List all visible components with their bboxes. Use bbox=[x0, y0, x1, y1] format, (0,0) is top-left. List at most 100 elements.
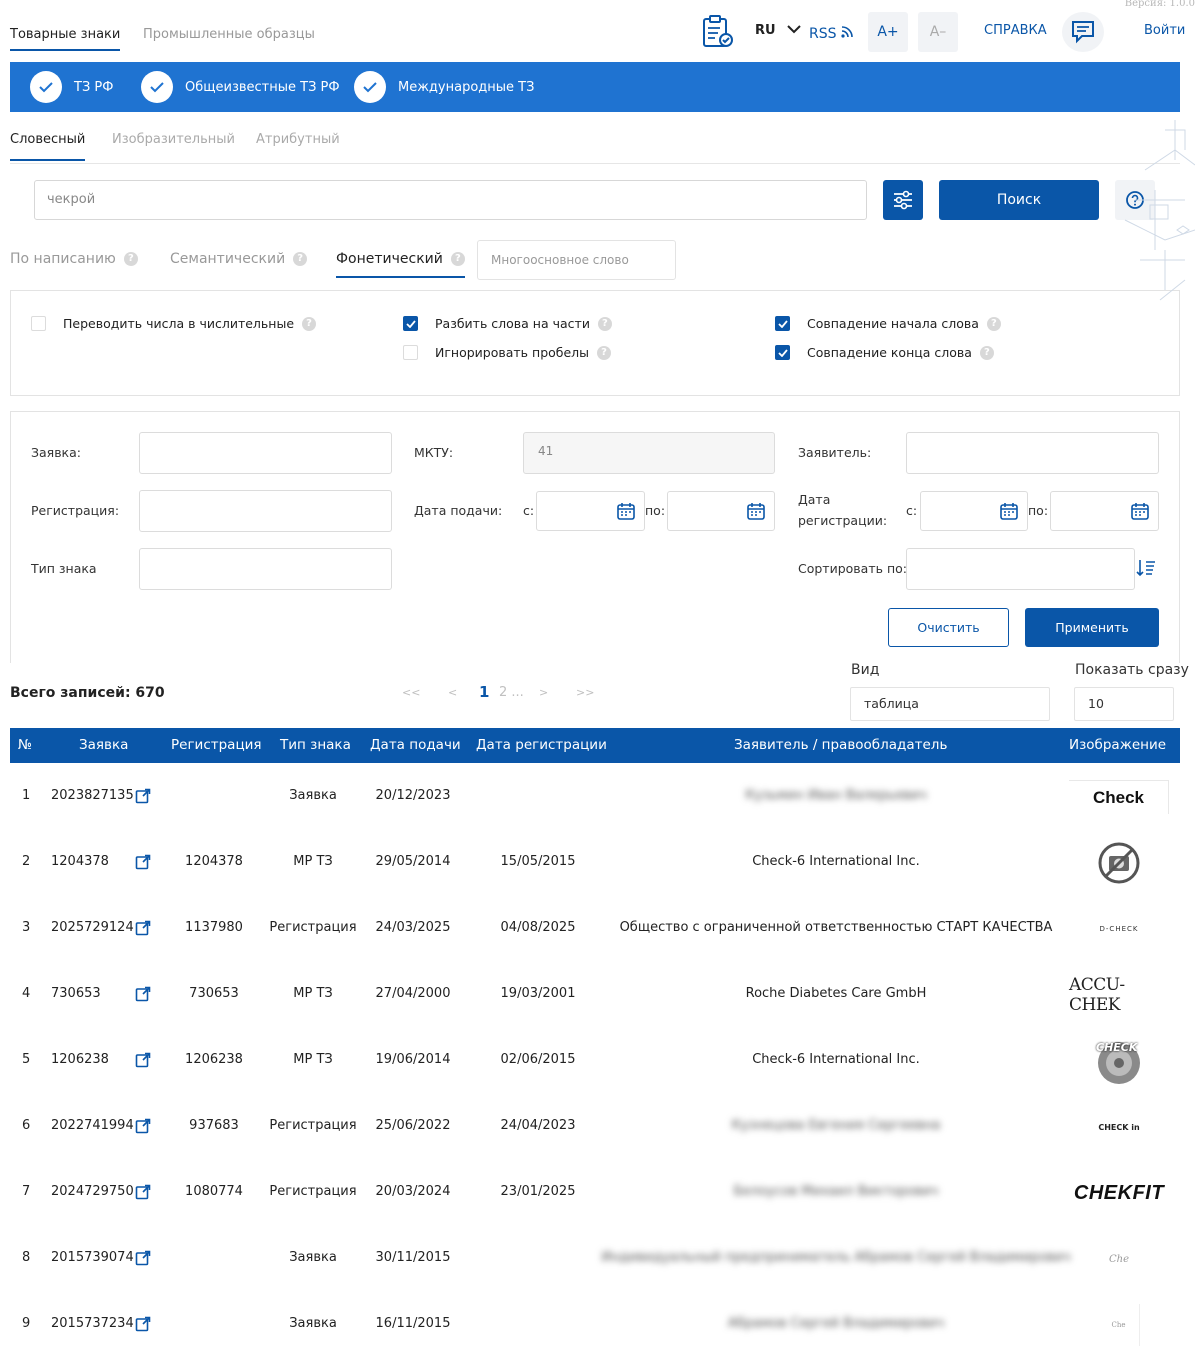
external-link-icon[interactable] bbox=[135, 1052, 151, 1072]
application-link[interactable]: 2015737234 bbox=[51, 1316, 134, 1331]
col-reg-date[interactable]: Дата регистрации bbox=[476, 737, 607, 753]
tab-figurative[interactable]: Изобразительный bbox=[112, 132, 235, 147]
application-link[interactable]: 2015739074 bbox=[51, 1250, 134, 1265]
question-icon[interactable]: ? bbox=[293, 252, 308, 266]
external-link-icon[interactable] bbox=[135, 986, 151, 1006]
table-row[interactable]: 2 1204378 1204378 МР ТЗ 29/05/2014 15/05/2015… bbox=[10, 830, 1180, 896]
mark-image-accu-chek[interactable]: ACCU-CHEK bbox=[1069, 975, 1169, 1015]
external-link-icon[interactable] bbox=[135, 1250, 151, 1270]
multi-word-input[interactable]: Многоосновное слово bbox=[477, 240, 676, 280]
col-application[interactable]: Заявка bbox=[79, 737, 128, 753]
page-next-numbers[interactable]: 2 ... bbox=[499, 685, 524, 700]
mark-image-camera-logo[interactable] bbox=[1097, 841, 1141, 885]
application-link[interactable]: 2022741994 bbox=[51, 1118, 134, 1133]
external-link-icon[interactable] bbox=[135, 854, 151, 874]
mark-image-check-in[interactable]: CHECK in bbox=[1098, 1123, 1139, 1132]
filing-date-to-input[interactable] bbox=[667, 491, 775, 531]
question-icon[interactable]: ? bbox=[597, 345, 612, 360]
table-row[interactable]: 8 2015739074 Заявка 30/11/2015 Индивидуальны… bbox=[10, 1226, 1180, 1292]
checkbox-checked[interactable] bbox=[775, 345, 790, 360]
table-row[interactable]: 7 2024729750 1080774 Регистрация 20/03/2024 2… bbox=[10, 1160, 1180, 1226]
mode-semantic[interactable]: Семантический? bbox=[170, 251, 308, 267]
page-next[interactable]: > bbox=[539, 686, 548, 699]
mark-type-select[interactable] bbox=[139, 548, 392, 590]
tab-trademarks[interactable]: Товарные знаки bbox=[10, 27, 121, 51]
application-link[interactable]: 2025729124 bbox=[51, 920, 134, 935]
question-icon[interactable]: ? bbox=[979, 345, 994, 360]
clear-button[interactable]: Очистить bbox=[888, 608, 1009, 647]
search-button[interactable]: Поиск bbox=[939, 180, 1099, 220]
application-link[interactable]: 1206238 bbox=[51, 1052, 109, 1067]
application-link[interactable]: 1204378 bbox=[51, 854, 109, 869]
col-registration[interactable]: Регистрация bbox=[171, 737, 262, 753]
question-icon[interactable]: ? bbox=[302, 316, 317, 331]
mark-image-che-small[interactable]: Che bbox=[1098, 1304, 1140, 1346]
option-word-end[interactable]: Совпадение конца слова? bbox=[775, 345, 994, 360]
filter-settings-button[interactable] bbox=[883, 180, 923, 220]
external-link-icon[interactable] bbox=[135, 1316, 151, 1336]
tab-industrial-designs[interactable]: Промышленные образцы bbox=[143, 27, 315, 42]
search-input[interactable]: чекрой bbox=[34, 180, 867, 220]
db-rf-toggle[interactable]: ТЗ РФ bbox=[30, 71, 113, 103]
option-word-start[interactable]: Совпадение начала слова? bbox=[775, 316, 1001, 331]
view-select[interactable]: таблица bbox=[850, 687, 1050, 721]
db-well-known-toggle[interactable]: Общеизвестные ТЗ РФ bbox=[141, 71, 340, 103]
reg-date-to-input[interactable] bbox=[1050, 491, 1159, 531]
mark-image-che[interactable]: Che bbox=[1109, 1254, 1129, 1265]
mark-image-check[interactable]: Check bbox=[1069, 780, 1169, 814]
applicant-input[interactable] bbox=[906, 432, 1159, 474]
sort-order-icon[interactable] bbox=[1136, 558, 1156, 578]
sort-select[interactable] bbox=[906, 548, 1135, 590]
registration-input[interactable] bbox=[139, 490, 392, 532]
question-icon[interactable]: ? bbox=[986, 316, 1001, 331]
mode-spelling[interactable]: По написанию? bbox=[10, 251, 138, 267]
page-first[interactable]: << bbox=[402, 686, 420, 699]
db-international-toggle[interactable]: Международные ТЗ bbox=[354, 71, 534, 103]
font-decrease-button[interactable]: A– bbox=[918, 12, 958, 52]
table-row[interactable]: 3 2025729124 1137980 Регистрация 24/03/2025 0… bbox=[10, 896, 1180, 962]
mark-image-check-disc[interactable]: CHECK bbox=[1093, 1037, 1145, 1085]
col-mark-type[interactable]: Тип знака bbox=[280, 737, 351, 753]
table-row[interactable]: 5 1206238 1206238 МР ТЗ 19/06/2014 02/06/2015… bbox=[10, 1028, 1180, 1094]
calendar-icon[interactable] bbox=[999, 501, 1019, 521]
question-icon[interactable]: ? bbox=[597, 316, 612, 331]
login-link[interactable]: Войти bbox=[1144, 23, 1185, 38]
per-page-select[interactable]: 10 bbox=[1074, 687, 1174, 721]
table-row[interactable]: 9 2015737234 Заявка 16/11/2015 Абрамов Серге… bbox=[10, 1292, 1180, 1355]
checkbox-checked[interactable] bbox=[775, 316, 790, 331]
external-link-icon[interactable] bbox=[135, 788, 151, 808]
page-current[interactable]: 1 bbox=[479, 683, 489, 701]
calendar-icon[interactable] bbox=[616, 501, 636, 521]
mark-image-dcheck[interactable]: D-CHECK bbox=[1100, 925, 1139, 933]
col-holder[interactable]: Заявитель / правообладатель bbox=[734, 737, 947, 753]
page-last[interactable]: >> bbox=[576, 686, 594, 699]
table-row[interactable]: 1 2023827135 Заявка 20/12/2023 Кузьмин Иван … bbox=[10, 764, 1180, 830]
tab-verbal[interactable]: Словесный bbox=[10, 132, 86, 161]
mode-phonetic[interactable]: Фонетический? bbox=[336, 251, 465, 278]
language-selector[interactable]: RU bbox=[755, 23, 802, 38]
page-prev[interactable]: < bbox=[448, 686, 457, 699]
application-input[interactable] bbox=[139, 432, 392, 474]
apply-button[interactable]: Применить bbox=[1025, 608, 1159, 647]
option-numbers-to-words[interactable]: Переводить числа в числительные? bbox=[31, 316, 317, 331]
checkbox[interactable] bbox=[31, 316, 46, 331]
calendar-icon[interactable] bbox=[746, 501, 766, 521]
rss-link[interactable]: RSS bbox=[809, 26, 853, 42]
calendar-icon[interactable] bbox=[1130, 501, 1150, 521]
external-link-icon[interactable] bbox=[135, 920, 151, 940]
font-increase-button[interactable]: A+ bbox=[868, 12, 908, 52]
option-split-words[interactable]: Разбить слова на части? bbox=[403, 316, 612, 331]
help-link[interactable]: СПРАВКА bbox=[984, 23, 1047, 38]
tab-attribute[interactable]: Атрибутный bbox=[256, 132, 340, 147]
feedback-button[interactable] bbox=[1062, 12, 1104, 52]
reg-date-from-input[interactable] bbox=[920, 491, 1028, 531]
question-icon[interactable]: ? bbox=[450, 252, 465, 266]
mark-image-chekfit[interactable]: CHEKFIT bbox=[1074, 1182, 1164, 1205]
table-row[interactable]: 4 730653 730653 МР ТЗ 27/04/2000 19/03/2001 Ro… bbox=[10, 962, 1180, 1028]
checkbox[interactable] bbox=[403, 345, 418, 360]
external-link-icon[interactable] bbox=[135, 1184, 151, 1204]
col-filing-date[interactable]: Дата подачи bbox=[370, 737, 461, 753]
question-icon[interactable]: ? bbox=[123, 252, 138, 266]
external-link-icon[interactable] bbox=[135, 1118, 151, 1138]
filing-date-from-input[interactable] bbox=[536, 491, 645, 531]
